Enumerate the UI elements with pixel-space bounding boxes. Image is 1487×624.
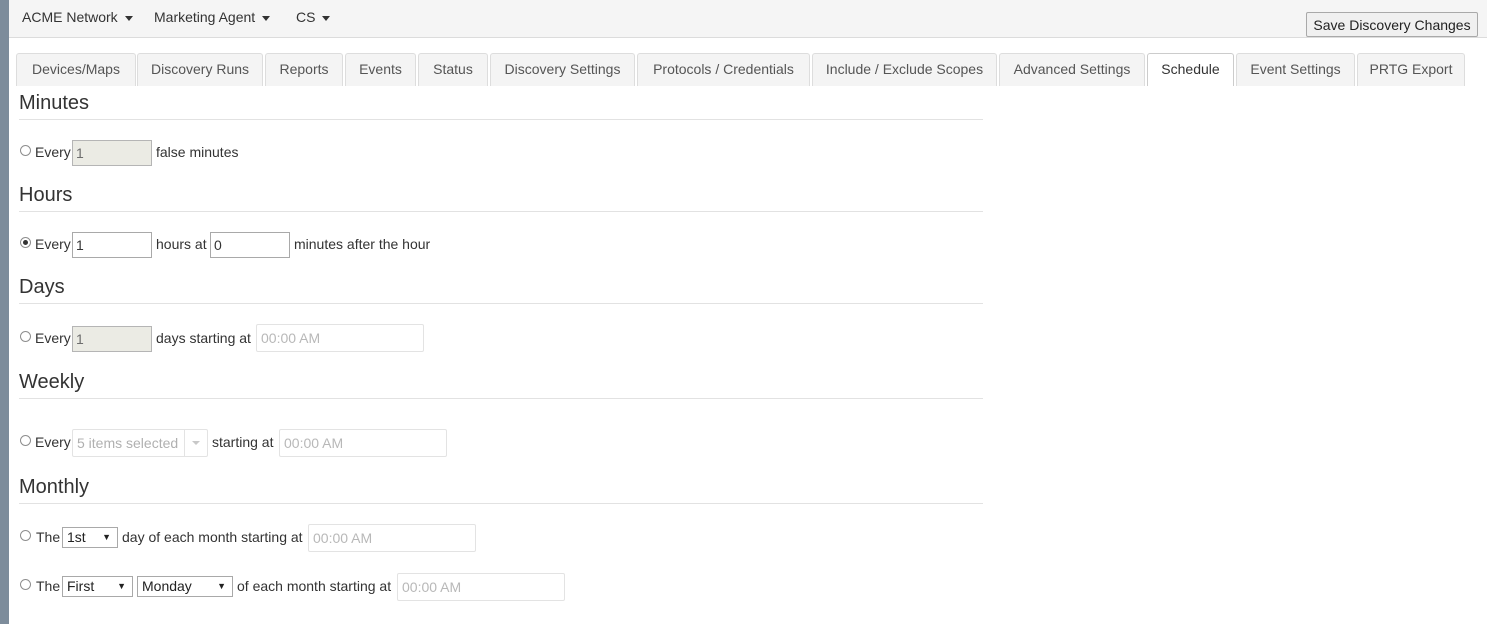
tab-discovery-runs[interactable]: Discovery Runs xyxy=(137,53,263,86)
tab-advanced-settings[interactable]: Advanced Settings xyxy=(999,53,1145,86)
tab-events[interactable]: Events xyxy=(345,53,416,86)
monthly-ordinal-select[interactable]: First ▼ xyxy=(62,576,133,597)
user-dropdown[interactable]: CS xyxy=(296,9,331,25)
weekly-days-multiselect[interactable]: 5 items selected xyxy=(72,429,208,457)
hours-interval-input[interactable] xyxy=(72,232,152,258)
hours-at-label: hours at xyxy=(156,236,207,252)
weekly-radio[interactable] xyxy=(20,435,31,446)
tab-devices-maps[interactable]: Devices/Maps xyxy=(16,53,136,86)
section-divider xyxy=(19,303,983,304)
weekly-start-time-input[interactable] xyxy=(279,429,447,457)
monthly-weekday-mid-label: of each month starting at xyxy=(237,578,392,594)
monthly-day-select[interactable]: 1st ▼ xyxy=(62,527,118,548)
weekly-every-label: Every xyxy=(35,434,71,450)
monthly-weekday-select[interactable]: Monday ▼ xyxy=(137,576,233,597)
hours-every-label: Every xyxy=(35,236,71,252)
days-starting-label: days starting at xyxy=(156,330,251,346)
days-section-title: Days xyxy=(19,276,65,298)
top-nav-bar: ACME Network Marketing Agent CS xyxy=(9,0,1487,38)
tab-prtg-export[interactable]: PRTG Export xyxy=(1357,53,1465,86)
dropdown-arrow-icon: ▼ xyxy=(102,532,111,542)
tab-discovery-settings[interactable]: Discovery Settings xyxy=(490,53,635,86)
weekly-starting-label: starting at xyxy=(212,434,274,450)
days-every-label: Every xyxy=(35,330,71,346)
monthly-weekday-start-time-input[interactable] xyxy=(397,573,565,601)
weekly-days-selected-text: 5 items selected xyxy=(77,435,179,451)
days-interval-input[interactable] xyxy=(72,326,152,352)
section-divider xyxy=(19,503,983,504)
monthly-day-prefix-label: The xyxy=(36,529,61,545)
chevron-down-icon xyxy=(184,430,207,456)
weekly-section-title: Weekly xyxy=(19,371,85,393)
tab-protocols-credentials[interactable]: Protocols / Credentials xyxy=(637,53,810,86)
monthly-weekday-value: Monday xyxy=(142,578,192,594)
monthly-ordinal-value: First xyxy=(67,578,95,594)
monthly-weekday-prefix-label: The xyxy=(36,578,61,594)
section-divider xyxy=(19,119,983,120)
tab-reports[interactable]: Reports xyxy=(265,53,343,86)
user-label: CS xyxy=(296,9,316,25)
monthly-section-title: Monthly xyxy=(19,476,90,498)
save-discovery-changes-button[interactable]: Save Discovery Changes xyxy=(1306,12,1478,37)
hours-minute-input[interactable] xyxy=(210,232,290,258)
hours-suffix-label: minutes after the hour xyxy=(294,236,431,252)
network-label: ACME Network xyxy=(22,9,118,25)
agent-label: Marketing Agent xyxy=(154,9,256,25)
tab-bar: Devices/Maps Discovery Runs Reports Even… xyxy=(0,53,1487,86)
monthly-day-value: 1st xyxy=(67,529,86,545)
tab-include-exclude-scopes[interactable]: Include / Exclude Scopes xyxy=(812,53,997,86)
minutes-radio[interactable] xyxy=(20,145,31,156)
days-radio[interactable] xyxy=(20,331,31,342)
section-divider xyxy=(19,398,983,399)
minutes-suffix-label: false minutes xyxy=(156,144,239,160)
monthly-day-radio[interactable] xyxy=(20,530,31,541)
minutes-every-label: Every xyxy=(35,144,71,160)
minutes-section-title: Minutes xyxy=(19,92,90,114)
chevron-down-icon xyxy=(124,15,133,21)
tab-status[interactable]: Status xyxy=(418,53,488,86)
monthly-weekday-radio[interactable] xyxy=(20,579,31,590)
dropdown-arrow-icon: ▼ xyxy=(117,581,126,591)
monthly-day-start-time-input[interactable] xyxy=(308,524,476,552)
chevron-down-icon xyxy=(262,15,271,21)
section-divider xyxy=(19,211,983,212)
hours-radio[interactable] xyxy=(20,237,31,248)
chevron-down-icon xyxy=(322,15,331,21)
left-edge-bar xyxy=(0,0,9,624)
tab-schedule[interactable]: Schedule xyxy=(1147,53,1234,86)
agent-dropdown[interactable]: Marketing Agent xyxy=(154,9,271,25)
monthly-day-mid-label: day of each month starting at xyxy=(122,529,303,545)
tab-event-settings[interactable]: Event Settings xyxy=(1236,53,1355,86)
hours-section-title: Hours xyxy=(19,184,73,206)
network-dropdown[interactable]: ACME Network xyxy=(22,9,133,25)
days-start-time-input[interactable] xyxy=(256,324,424,352)
dropdown-arrow-icon: ▼ xyxy=(217,581,226,591)
minutes-interval-input[interactable] xyxy=(72,140,152,166)
